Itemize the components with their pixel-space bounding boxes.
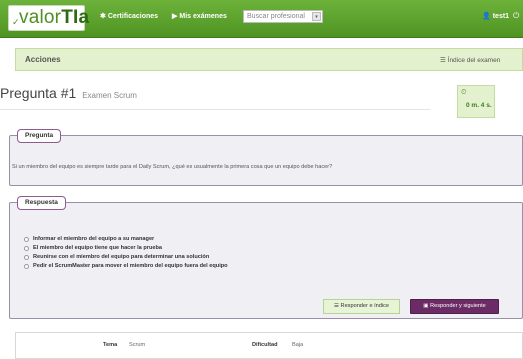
divider: [0, 109, 430, 110]
certificate-icon: ✱: [100, 13, 106, 20]
tema-label: Tema: [103, 342, 118, 348]
pregunta-legend: Pregunta: [17, 129, 62, 143]
logo-text: valorTIa: [19, 7, 90, 28]
search-professional-select[interactable]: Buscar profesional ▾: [243, 10, 323, 23]
responder-indice-label: Responder e índice: [340, 303, 390, 309]
search-placeholder: Buscar profesional: [247, 13, 305, 20]
responder-siguiente-label: Responder y siguiente: [430, 303, 486, 309]
list-icon: ☰: [333, 303, 341, 309]
question-text: Si un miembro del equipo es siempre tard…: [12, 164, 333, 170]
nav-mis-examenes-label: Mis exámenes: [179, 13, 227, 20]
nav-mis-examenes[interactable]: ▶ Mis exámenes: [172, 12, 227, 20]
tema-value: Scrum: [129, 342, 146, 348]
user-menu[interactable]: 👤 test1: [482, 12, 509, 20]
question-number: Pregunta #1: [0, 85, 77, 101]
clock-icon: ⏲: [461, 89, 467, 96]
radio-button[interactable]: [24, 264, 29, 269]
dificultad-value: Baja: [292, 342, 304, 348]
logo[interactable]: ✓ valorTIa: [8, 5, 89, 31]
answer-option-label: Pedir el ScrumMaster para mover el miemb…: [33, 263, 228, 269]
list-icon: ☰: [440, 57, 448, 64]
acciones-title: Acciones: [25, 55, 61, 64]
dificultad-label: Dificultad: [252, 342, 278, 348]
pregunta-panel: Pregunta Si un miembro del equipo es sie…: [9, 129, 523, 186]
nav-certificaciones[interactable]: ✱ Certificaciones: [100, 12, 158, 20]
answer-option-label: El miembro del equipo tiene que hacer la…: [33, 245, 162, 251]
play-icon: ▶: [172, 13, 178, 20]
indice-examen-label: Índice del examen: [447, 57, 501, 64]
question-title: Pregunta #1 Examen Scrum: [0, 85, 137, 101]
nav-certificaciones-label: Certificaciones: [107, 13, 159, 20]
timer-box: ⏲ 0 m. 4 s.: [457, 85, 495, 118]
question-meta-panel: Tema Scrum Dificultad Baja: [15, 332, 523, 359]
question-subtitle: Examen Scrum: [82, 91, 137, 100]
radio-button[interactable]: [24, 255, 29, 260]
answer-option-label: Informar el miembro del equipo a su mana…: [33, 236, 155, 242]
respuesta-legend: Respuesta: [17, 196, 66, 210]
timer-value: 0 m. 4 s.: [466, 102, 492, 109]
top-navbar: ✓ valorTIa ✱ Certificaciones ▶ Mis exámene…: [0, 0, 523, 38]
responder-indice-button[interactable]: ☰ Responder e índice: [323, 299, 400, 314]
radio-button[interactable]: [24, 237, 29, 242]
logout-icon[interactable]: ⏻: [513, 11, 519, 21]
radio-button[interactable]: [24, 246, 29, 251]
responder-siguiente-button[interactable]: ▣ Responder y siguiente: [410, 299, 499, 314]
dropdown-caret-icon[interactable]: ▾: [312, 12, 321, 21]
user-icon: 👤: [482, 13, 491, 20]
indice-examen-link[interactable]: ☰ Índice del examen: [440, 56, 500, 64]
acciones-bar: Acciones ☰ Índice del examen: [15, 48, 523, 71]
answer-option-label: Reunirse con el miembro del equipo para …: [33, 254, 210, 260]
user-name: test1: [492, 13, 510, 20]
respuesta-panel: Respuesta Informar el miembro del equipo…: [9, 196, 523, 319]
